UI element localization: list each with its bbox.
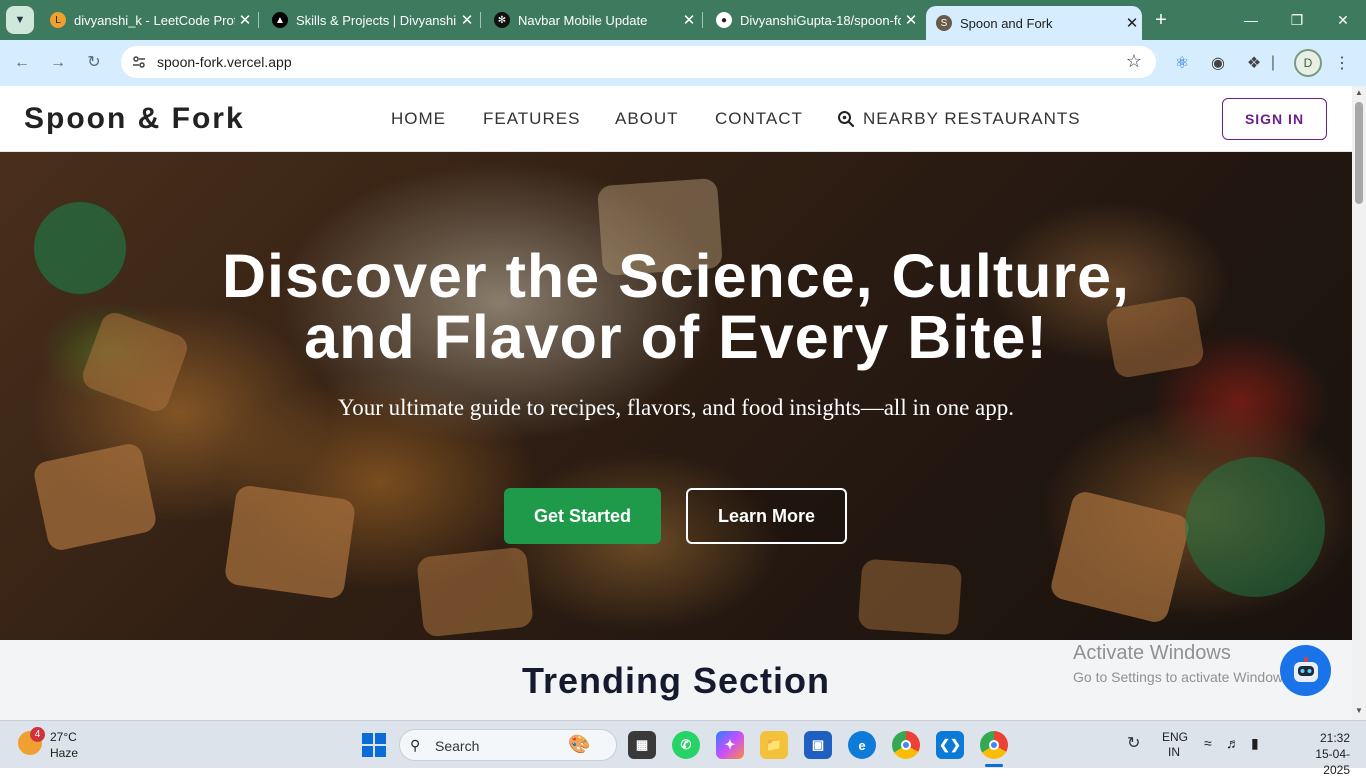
tab-spoon-and-fork[interactable]: S Spoon and Fork ✕	[926, 6, 1142, 40]
close-window-button[interactable]: ✕	[1320, 0, 1366, 40]
leetcode-icon: L	[50, 12, 66, 28]
minimize-button[interactable]: —	[1228, 0, 1274, 40]
nav-nearby-label: NEARBY RESTAURANTS	[863, 109, 1081, 128]
language-code: ENG	[1162, 730, 1189, 744]
hero-section: Discover the Science, Culture, and Flavo…	[0, 152, 1352, 640]
close-tab-icon[interactable]: ✕	[1122, 14, 1142, 32]
task-view-icon[interactable]: ▦	[628, 731, 656, 759]
camera-icon[interactable]: ◉	[1208, 53, 1228, 73]
edge-icon[interactable]: e	[848, 731, 876, 759]
spoon-fork-icon: S	[936, 15, 952, 31]
page-viewport: Spoon & Fork HOME FEATURES ABOUT CONTACT…	[0, 86, 1352, 720]
close-tab-icon[interactable]: ✕	[679, 11, 699, 29]
taskbar-search[interactable]: ⚲ Search 🎨	[399, 729, 617, 761]
tab-separator	[480, 12, 481, 28]
weather-description[interactable]: Haze	[50, 746, 78, 760]
browser-tab-strip: ▼ L divyanshi_k - LeetCode Profi ✕ ▲ Ski…	[0, 0, 1366, 40]
decorative-bubble	[1185, 457, 1325, 597]
hero-subtitle: Your ultimate guide to recipes, flavors,…	[337, 395, 1015, 420]
kebab-menu-icon[interactable]: ⋮	[1332, 53, 1352, 73]
tab-github-repo[interactable]: ● DivyanshiGupta-18/spoon-fo ✕	[706, 6, 921, 34]
toolbar-divider: |	[1270, 54, 1276, 71]
extensions-puzzle-icon[interactable]: ❖	[1244, 53, 1264, 73]
hero-title: Discover the Science, Culture, and Flavo…	[0, 246, 1352, 368]
watermark-line-1: Activate Windows	[1073, 642, 1231, 664]
back-button[interactable]: ←	[10, 51, 34, 75]
battery-icon[interactable]: ▮	[1251, 735, 1259, 752]
active-app-indicator	[985, 764, 1003, 767]
site-info-icon[interactable]	[131, 54, 147, 70]
close-tab-icon[interactable]: ✕	[457, 11, 477, 29]
address-bar[interactable]: spoon-fork.vercel.app ☆	[121, 46, 1156, 78]
learn-more-button[interactable]: Learn More	[686, 488, 847, 544]
tab-search-button[interactable]: ▼	[6, 6, 34, 34]
forward-button[interactable]: →	[46, 51, 70, 75]
microsoft-store-icon[interactable]: ▣	[804, 731, 832, 759]
tab-separator	[702, 12, 703, 28]
clock-date: 15-04-2025	[1315, 747, 1350, 777]
nav-about[interactable]: ABOUT	[615, 109, 679, 129]
site-header: Spoon & Fork HOME FEATURES ABOUT CONTACT…	[0, 86, 1352, 152]
url-text[interactable]: spoon-fork.vercel.app	[157, 54, 292, 70]
weather-temperature[interactable]: 27°C	[50, 730, 77, 744]
tab-skills-projects[interactable]: ▲ Skills & Projects | Divyanshi G ✕	[262, 6, 477, 34]
browser-toolbar: ← → ↻ spoon-fork.vercel.app ☆ ⚛ ◉ ❖ | ⋮	[0, 40, 1366, 86]
chrome-icon[interactable]	[892, 731, 920, 759]
page-scrollbar[interactable]: ▲ ▼	[1352, 86, 1366, 720]
paint-palette-icon: 🎨	[568, 734, 591, 754]
tab-separator	[258, 12, 259, 28]
activate-windows-watermark: Activate Windows Go to Settings to activ…	[1073, 642, 1289, 685]
tab-navbar-mobile[interactable]: ✻ Navbar Mobile Update ✕	[484, 6, 699, 34]
scrollbar-thumb[interactable]	[1355, 102, 1363, 204]
get-started-button[interactable]: Get Started	[504, 488, 661, 544]
volume-icon[interactable]: ♬	[1226, 735, 1240, 751]
chrome-profile-icon[interactable]	[980, 731, 1008, 759]
hero-title-line-2: and Flavor of Every Bite!	[304, 303, 1048, 371]
nav-features[interactable]: FEATURES	[483, 109, 580, 129]
search-location-icon	[838, 111, 855, 128]
watermark-line-2: Go to Settings to activate Windows.	[1073, 669, 1289, 685]
nav-nearby-restaurants[interactable]: NEARBY RESTAURANTS	[837, 109, 1081, 129]
restore-button[interactable]: ❐	[1274, 0, 1320, 40]
nav-contact[interactable]: CONTACT	[715, 109, 803, 129]
scroll-down-arrow-icon[interactable]: ▼	[1355, 706, 1363, 715]
system-clock[interactable]: 21:32 15-04-2025	[1290, 730, 1350, 778]
sync-icon[interactable]: ↻	[1127, 733, 1140, 753]
search-icon: ⚲	[410, 737, 421, 753]
wifi-icon[interactable]: ≈	[1204, 735, 1212, 751]
clock-time: 21:32	[1319, 731, 1350, 745]
reload-button[interactable]: ↻	[82, 51, 106, 75]
nav-home[interactable]: HOME	[391, 109, 446, 129]
bookmark-star-icon[interactable]: ☆	[1126, 51, 1142, 72]
react-devtools-icon[interactable]: ⚛	[1172, 53, 1192, 73]
profile-avatar[interactable]: D	[1294, 49, 1322, 77]
scroll-up-arrow-icon[interactable]: ▲	[1355, 88, 1363, 97]
windows-start-icon[interactable]	[362, 733, 386, 757]
vscode-icon[interactable]: ❮❯	[936, 731, 964, 759]
chatbot-button[interactable]	[1280, 645, 1331, 696]
robot-icon	[1293, 656, 1318, 682]
region-code: IN	[1168, 745, 1180, 759]
hero-title-line-1: Discover the Science, Culture,	[221, 242, 1131, 310]
new-tab-button[interactable]: +	[1148, 6, 1174, 34]
chevron-down-icon: ▼	[14, 14, 26, 26]
file-explorer-icon[interactable]: 📁	[760, 731, 788, 759]
github-icon: ●	[716, 12, 732, 28]
taskbar-search-label: Search	[435, 738, 480, 754]
copilot-icon[interactable]: ✦	[716, 731, 744, 759]
language-indicator[interactable]: ENG IN	[1162, 730, 1189, 760]
windows-taskbar: 4 27°C Haze ⚲ Search 🎨 ▦ ✆ ✦ 📁 ▣ e ❮❯ ↻ …	[0, 720, 1366, 777]
site-logo[interactable]: Spoon & Fork	[24, 102, 245, 136]
weather-badge: 4	[30, 727, 45, 742]
openai-icon: ✻	[494, 12, 510, 28]
whatsapp-icon[interactable]: ✆	[672, 731, 700, 759]
vercel-icon: ▲	[272, 12, 288, 28]
sign-in-button[interactable]: SIGN IN	[1222, 98, 1327, 140]
tab-leetcode[interactable]: L divyanshi_k - LeetCode Profi ✕	[40, 6, 255, 34]
close-tab-icon[interactable]: ✕	[235, 11, 255, 29]
close-tab-icon[interactable]: ✕	[901, 11, 921, 29]
